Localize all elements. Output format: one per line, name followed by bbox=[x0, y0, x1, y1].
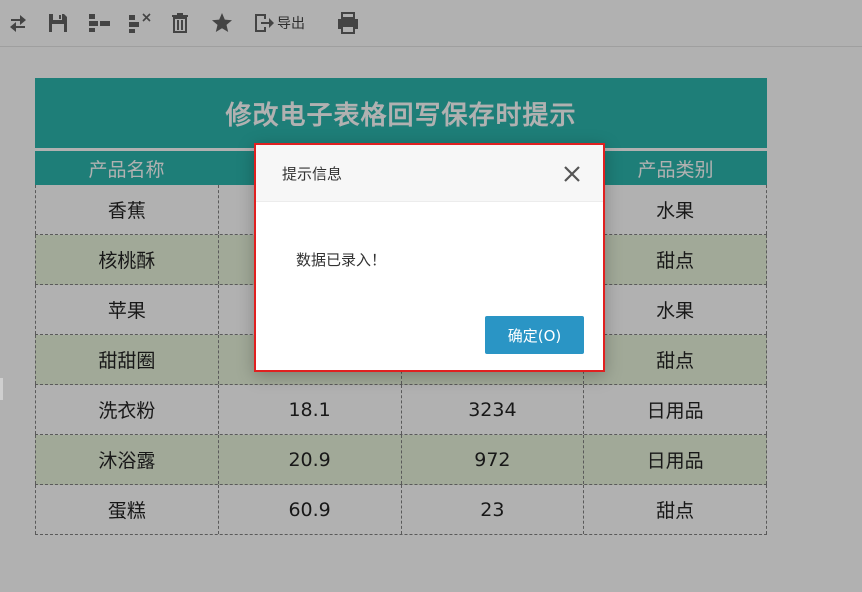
ok-button[interactable]: 确定(O) bbox=[485, 316, 584, 354]
dialog-title: 提示信息 bbox=[282, 164, 343, 183]
close-icon[interactable] bbox=[561, 163, 583, 185]
side-handle[interactable] bbox=[0, 378, 3, 400]
alert-dialog: 提示信息 数据已录入！ 确定(O) bbox=[254, 143, 605, 372]
dialog-message: 数据已录入！ bbox=[296, 251, 387, 269]
dialog-header: 提示信息 bbox=[256, 145, 603, 202]
